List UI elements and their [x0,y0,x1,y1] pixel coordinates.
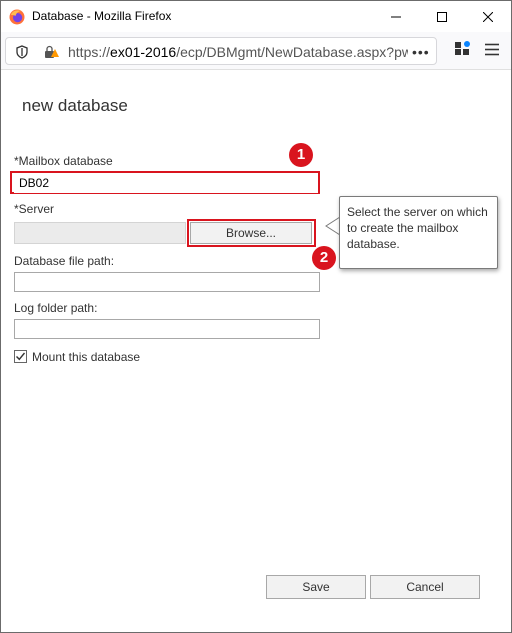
url-host: ex01-2016 [110,44,177,60]
extensions-icon[interactable] [453,41,471,59]
url-prefix: https:// [68,44,111,60]
mailbox-database-input[interactable]: DB02 [14,173,318,193]
minimize-button[interactable] [373,1,419,32]
firefox-window: Database - Mozilla Firefox https://ex01-… [0,0,512,633]
minimize-icon [391,16,401,17]
firefox-logo-icon [9,9,25,25]
log-folder-path-input[interactable] [14,319,320,339]
annotation-badge-1: 1 [289,143,313,167]
page-actions-more-icon[interactable]: ••• [412,44,430,60]
window-title: Database - Mozilla Firefox [32,9,172,23]
save-button[interactable]: Save [266,575,366,599]
title-bar: Database - Mozilla Firefox [1,1,511,32]
mount-database-label: Mount this database [32,350,141,364]
log-folder-path-label: Log folder path: [14,301,98,315]
close-button[interactable] [465,1,511,32]
server-tooltip: Select the server on which to create the… [339,196,498,269]
maximize-button[interactable] [419,1,465,32]
page-content: new database *Mailbox database 1 DB02 *S… [1,70,511,632]
url-bar[interactable]: https://ex01-2016/ecp/DBMgmt/NewDatabase… [5,37,437,65]
server-label: *Server [14,202,55,216]
browse-button[interactable]: Browse... [190,222,312,244]
checkmark-icon [16,352,26,361]
url-path: /ecp/DBMgmt/NewDatabase.aspx?pw [176,44,408,60]
annotation-badge-2: 2 [312,246,336,270]
lock-icon[interactable] [44,45,60,59]
shield-icon[interactable] [16,45,28,59]
maximize-icon [437,11,447,22]
hamburger-menu-icon[interactable] [485,43,499,56]
close-icon [483,11,493,22]
server-input[interactable] [14,222,186,244]
mailbox-database-label: *Mailbox database [14,154,113,168]
database-file-path-label: Database file path: [14,254,115,268]
database-file-path-input[interactable] [14,272,320,292]
page-title: new database [22,96,128,115]
navigation-bar: https://ex01-2016/ecp/DBMgmt/NewDatabase… [1,32,511,70]
cancel-button[interactable]: Cancel [370,575,480,599]
url-text[interactable]: https://ex01-2016/ecp/DBMgmt/NewDatabase… [68,44,408,60]
mount-database-checkbox[interactable] [14,350,27,363]
